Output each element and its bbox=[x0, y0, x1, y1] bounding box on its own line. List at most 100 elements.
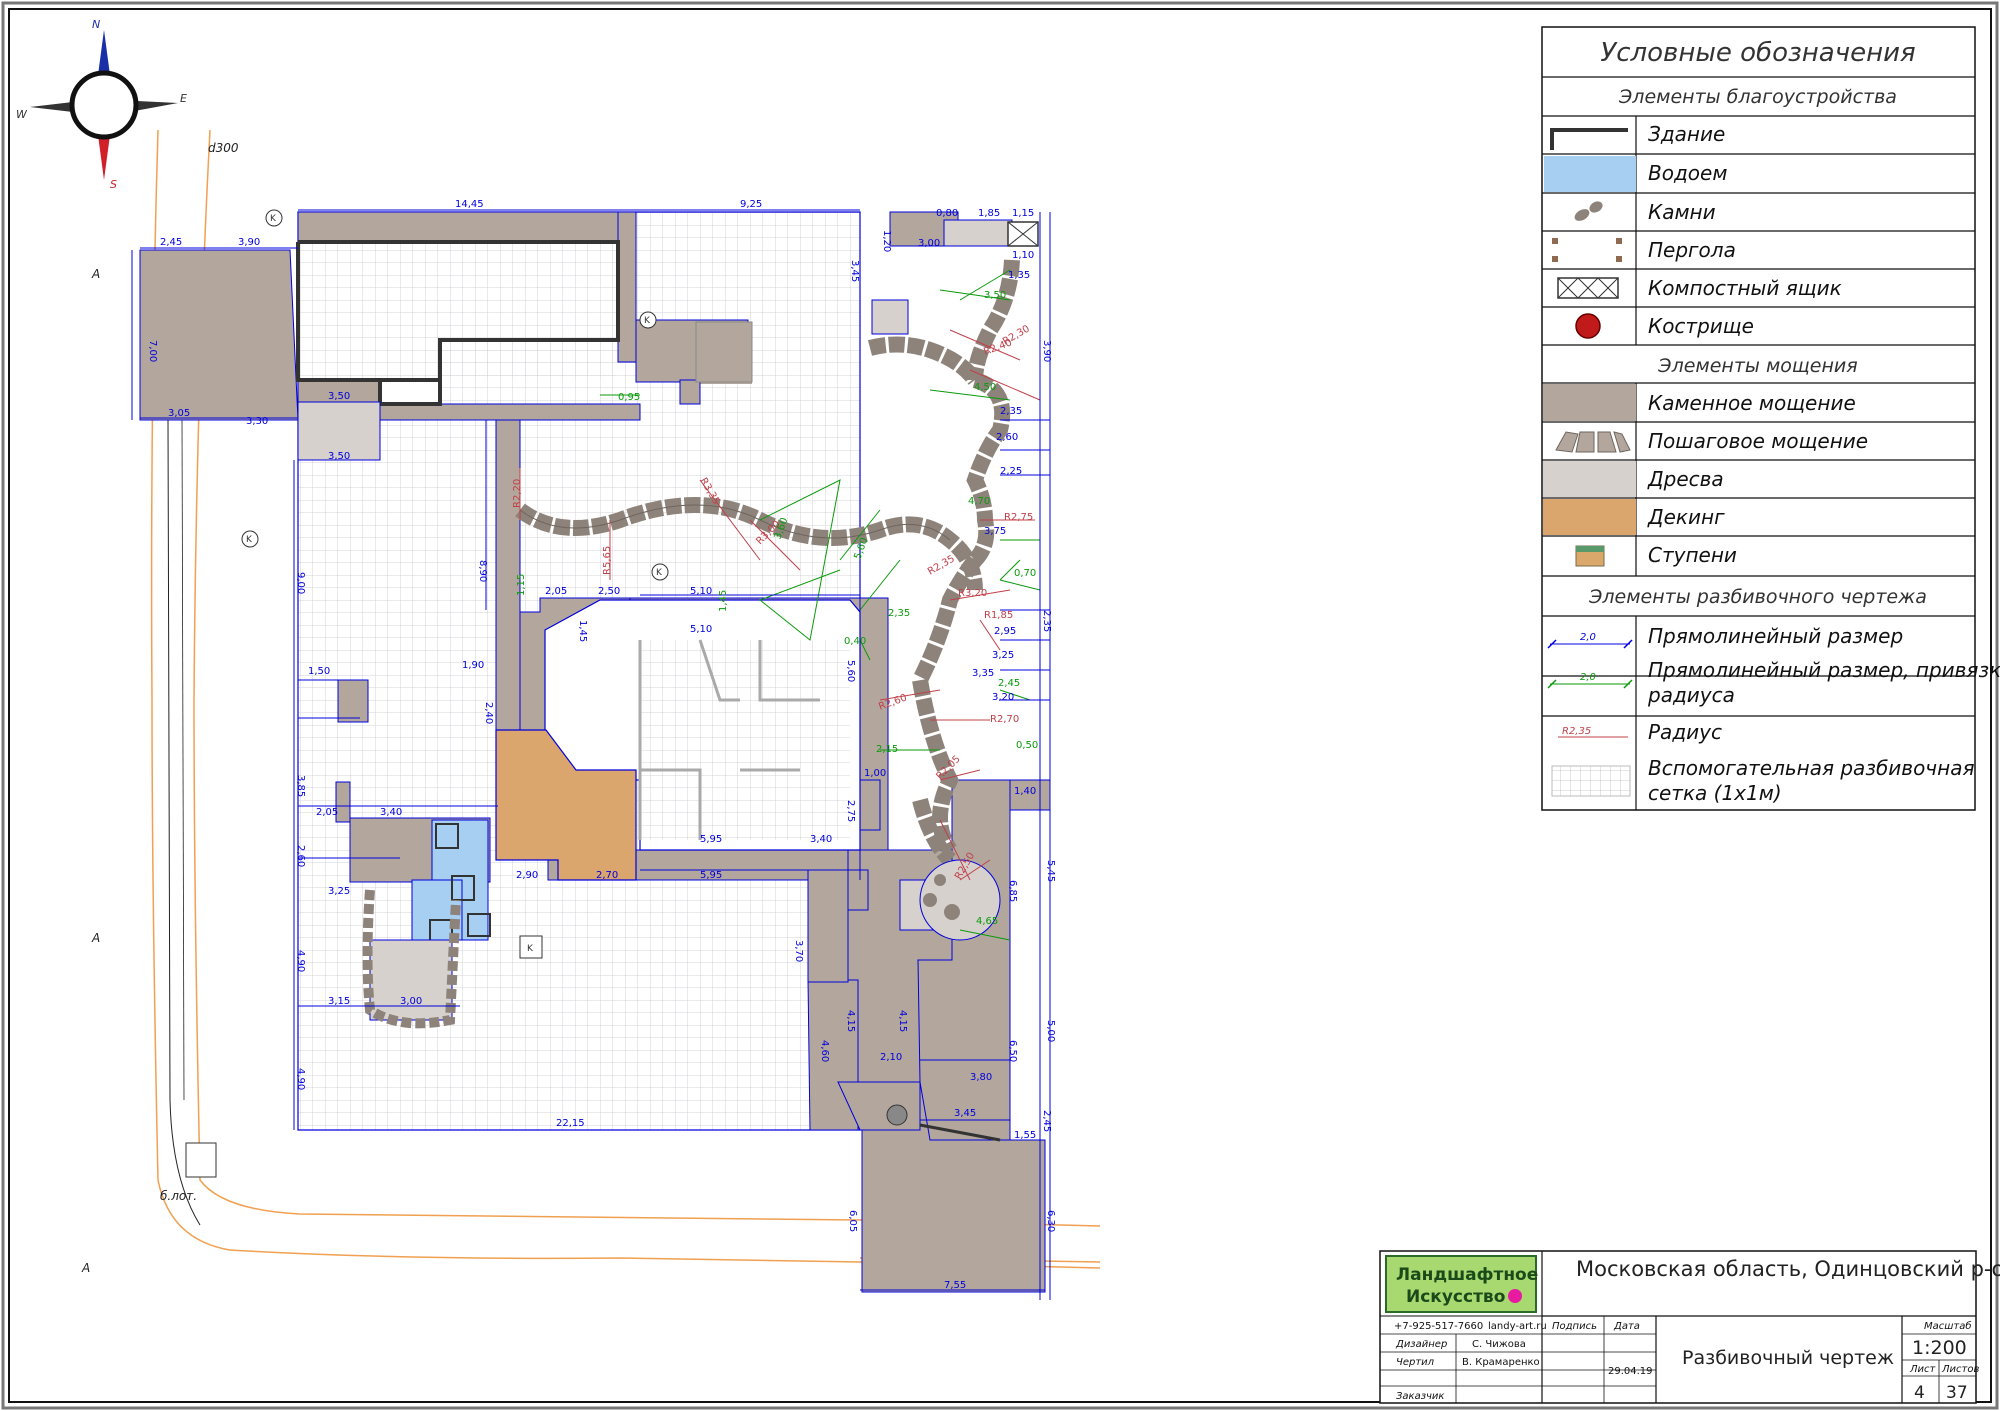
dim-595a: 5,95 bbox=[700, 834, 722, 845]
legend: Условные обозначения Элементы благоустро… bbox=[1541, 26, 2000, 811]
dim-250: 2,50 bbox=[598, 586, 620, 597]
dim-330: 3,30 bbox=[246, 416, 268, 427]
legend-wood-chips: Дресва bbox=[1647, 467, 1724, 491]
sample-dim-2: 2,0 bbox=[1580, 672, 1596, 683]
tb-row2-role: Чертил bbox=[1396, 1357, 1435, 1368]
dim-510a: 5,10 bbox=[690, 586, 712, 597]
dim-260b: 2,60 bbox=[996, 432, 1018, 443]
legend-stone-paving: Каменное мощение bbox=[1648, 391, 1856, 415]
dim-370: 3,70 bbox=[793, 940, 804, 962]
tb-scale: 1:200 bbox=[1912, 1337, 1967, 1359]
legend-stones: Камни bbox=[1648, 200, 1716, 224]
radius-label: R2,75 bbox=[1004, 512, 1033, 523]
tb-h-date: Дата bbox=[1613, 1321, 1640, 1332]
dim-290: 2,90 bbox=[516, 870, 538, 881]
tb-row2-name: В. Крамаренко bbox=[1462, 1357, 1540, 1368]
radius-label: R2,30 bbox=[1001, 323, 1032, 347]
radius-label: R2,70 bbox=[990, 714, 1019, 725]
binding-label: 1,45 bbox=[718, 590, 729, 612]
binding-label: 2,15 bbox=[876, 744, 898, 755]
dim-305: 3,05 bbox=[168, 408, 190, 419]
legend-steps: Ступени bbox=[1648, 543, 1737, 567]
dim-350b: 3,50 bbox=[328, 451, 350, 462]
wood-chips-symbol bbox=[1543, 461, 1636, 497]
tb-sheet: 4 bbox=[1914, 1383, 1925, 1403]
company-logo: Ландшафтное Искусство bbox=[1385, 1255, 1538, 1313]
legend-radius: Радиус bbox=[1648, 720, 1722, 744]
tb-row3-role: Заказчик bbox=[1396, 1391, 1444, 1402]
legend-firepit: Кострище bbox=[1648, 314, 1754, 338]
dim-500: 5,00 bbox=[1045, 1020, 1056, 1042]
binding-label: 4,70 bbox=[968, 496, 990, 507]
dim-225: 2,25 bbox=[1000, 466, 1022, 477]
legend-dim-linear: Прямолинейный размер bbox=[1648, 624, 1903, 648]
dim-275: 2,75 bbox=[845, 800, 856, 822]
dim-235: 2,35 bbox=[1000, 406, 1022, 417]
binding-label: 1,15 bbox=[516, 574, 527, 596]
axis-label: A bbox=[91, 931, 100, 945]
pond-symbol bbox=[1544, 156, 1636, 192]
dim-650: 6,50 bbox=[1007, 1040, 1018, 1062]
dim-700: 7,00 bbox=[147, 340, 158, 362]
dim-115: 1,15 bbox=[1012, 208, 1034, 219]
dim-490a: 4,90 bbox=[295, 950, 306, 972]
dim-560: 5,60 bbox=[845, 660, 856, 682]
dim-150: 1,50 bbox=[308, 666, 330, 677]
dim-185: 1,85 bbox=[978, 208, 1000, 219]
compost-symbol bbox=[1557, 277, 1619, 299]
site-plan: 14,45 9,25 2,45 3,90 7,00 3,05 3,30 3,50… bbox=[81, 129, 1101, 1300]
dim-415b: 4,15 bbox=[897, 1010, 908, 1032]
lot-label: б.лот. bbox=[160, 1189, 197, 1203]
dim-080: 0,80 bbox=[936, 208, 958, 219]
decking-symbol bbox=[1543, 499, 1636, 535]
dim-320: 3,20 bbox=[992, 692, 1014, 703]
dim-205b: 2,05 bbox=[545, 586, 567, 597]
legend-building: Здание bbox=[1648, 122, 1725, 146]
dim-120: 1,20 bbox=[881, 230, 892, 252]
compass-n: N bbox=[92, 18, 100, 31]
tb-sheets-label: Листов bbox=[1941, 1364, 1979, 1375]
step-paving-symbol bbox=[1555, 431, 1631, 453]
binding-label: 2,45 bbox=[998, 678, 1020, 689]
sample-dim: 2,0 bbox=[1580, 632, 1596, 643]
legend-pergola: Пергола bbox=[1648, 238, 1736, 262]
dim-300: 3,00 bbox=[400, 996, 422, 1007]
dim-510b: 5,10 bbox=[690, 624, 712, 635]
tb-sheet-label: Лист bbox=[1909, 1364, 1937, 1375]
dim-190: 1,90 bbox=[462, 660, 484, 671]
dim-205: 2,05 bbox=[316, 807, 338, 818]
utility-box bbox=[185, 1142, 217, 1178]
dim-325b: 3,25 bbox=[992, 650, 1014, 661]
dim-245: 2,45 bbox=[160, 237, 182, 248]
legend-compost: Компостный ящик bbox=[1648, 276, 1842, 300]
svg-text:Искусство: Искусство bbox=[1406, 1287, 1505, 1307]
dim-595b: 5,95 bbox=[700, 870, 722, 881]
dim-335: 3,35 bbox=[972, 668, 994, 679]
tb-scale-label: Масштаб bbox=[1924, 1320, 1972, 1332]
binding-label: 4,50 bbox=[974, 382, 996, 393]
tb-site: landy-art.ru bbox=[1488, 1321, 1547, 1332]
dim-390b: 3,90 bbox=[1041, 340, 1052, 362]
dim-145: 1,45 bbox=[577, 620, 588, 642]
dim-415a: 4,15 bbox=[845, 1010, 856, 1032]
dim-210: 2,10 bbox=[880, 1052, 902, 1063]
dim-340b: 3,40 bbox=[810, 834, 832, 845]
dim-545: 5,45 bbox=[1045, 860, 1056, 882]
legend-dim-linear-radius-l2: радиуса bbox=[1647, 683, 1735, 707]
tb-row2-date: 29.04.19 bbox=[1608, 1366, 1653, 1377]
tb-drawing: Разбивочный чертеж bbox=[1682, 1347, 1894, 1369]
dim-110: 1,10 bbox=[1012, 250, 1034, 261]
tb-location: Московская область, Одинцовский р-он, bbox=[1576, 1257, 2000, 1281]
stone-paving-symbol bbox=[1543, 384, 1636, 421]
legend-decking: Декинг bbox=[1647, 505, 1725, 529]
dim-605: 6,05 bbox=[847, 1210, 858, 1232]
dim-375: 3,75 bbox=[984, 526, 1006, 537]
dim-260: 2,60 bbox=[295, 845, 306, 867]
dim-245b: 2,45 bbox=[1041, 1110, 1052, 1132]
dim-1445: 14,45 bbox=[455, 199, 484, 210]
compass-e: E bbox=[180, 92, 187, 105]
dim-2215: 22,15 bbox=[556, 1118, 585, 1129]
legend-section-landscape: Элементы благоустройства bbox=[1618, 86, 1897, 108]
legend-step-paving: Пошаговое мощение bbox=[1648, 429, 1868, 453]
dim-685: 6,85 bbox=[1007, 880, 1018, 902]
